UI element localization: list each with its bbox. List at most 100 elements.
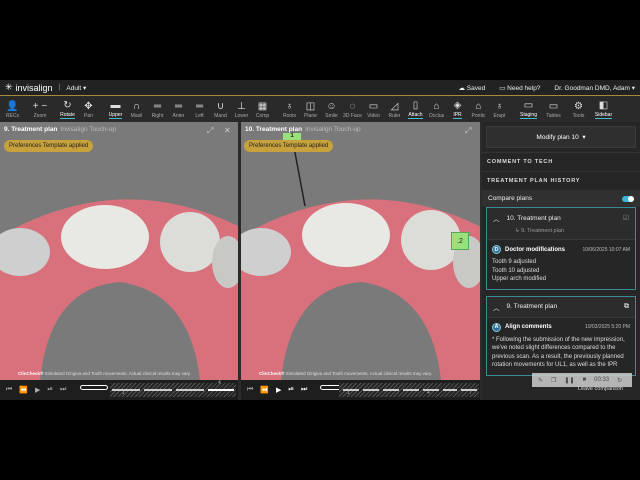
stage-slider[interactable]: 1 4 7 xyxy=(339,383,479,397)
playback-controls-left: ⏮ ⏪ ▶ ⏯ ⏭ 1 4 xyxy=(0,380,238,400)
lower-icon: ⊥ xyxy=(237,100,246,112)
tool-attach[interactable]: ▯ Attach xyxy=(405,100,426,119)
open-icon[interactable]: ⧉ xyxy=(624,303,629,311)
maxil-icon: ∩ xyxy=(132,100,141,112)
tool-ruler[interactable]: ◿ Ruler xyxy=(384,101,405,119)
tool-sidebar[interactable]: ◧ Sidebar xyxy=(591,100,616,119)
recording-time: 00:33 xyxy=(594,377,610,383)
tool-occlus[interactable]: ⌂ Occlus xyxy=(426,101,447,119)
tool-anter[interactable]: ═ Anter xyxy=(168,101,189,119)
tool-plane[interactable]: ◫ Plane xyxy=(300,101,321,119)
avatar: D xyxy=(492,245,501,254)
checkbox[interactable]: ☑ xyxy=(623,214,629,222)
mand-icon: ∪ xyxy=(216,100,225,112)
play-icon[interactable]: ▶ xyxy=(35,386,40,394)
mode-select[interactable]: Adult ▾ xyxy=(66,84,86,92)
plane-icon: ◫ xyxy=(305,100,316,112)
compare-toggle[interactable] xyxy=(622,195,634,202)
tool-comp[interactable]: ▦ Comp xyxy=(252,101,273,119)
close-icon[interactable]: ✕ xyxy=(224,126,231,135)
pontic-icon: ⌂ xyxy=(475,100,482,112)
app: ✳ invisalign | Adult ▾ ☁ Saved ▭ Need hel… xyxy=(0,80,640,400)
tool-zoom[interactable]: + − Zoom xyxy=(23,101,57,119)
viewport-title: 9. Treatment plan Invisalign Touch-up xyxy=(4,126,116,133)
pan-icon: ✥ xyxy=(84,100,93,112)
stage-label: 7 xyxy=(469,390,472,396)
step-forward-icon[interactable]: ⏯ xyxy=(288,386,294,394)
upper-icon: ▬ xyxy=(110,100,121,111)
right-icon: ═ xyxy=(153,100,162,112)
tool-tables[interactable]: ▭ Tables xyxy=(541,101,566,119)
tool-pontic[interactable]: ⌂ Pontic xyxy=(468,101,489,119)
attach-icon: ▯ xyxy=(412,100,419,111)
tool-label: 3D Face xyxy=(343,112,362,119)
help-link[interactable]: ▭ Need help? xyxy=(499,84,540,92)
chevron-up-icon[interactable]: ︿ xyxy=(493,302,500,312)
modify-plan-button[interactable]: Modify plan 10 ▾ xyxy=(486,126,636,148)
step-back-icon[interactable]: ⏪ xyxy=(260,386,269,394)
stage-zero-pill[interactable] xyxy=(80,385,108,390)
chevron-up-icon[interactable]: ︿ xyxy=(493,213,500,223)
gear-icon: ⚙ xyxy=(574,100,583,112)
expand-icon[interactable]: ⤢ xyxy=(207,126,213,136)
tool-pan[interactable]: ✥ Pan xyxy=(78,101,99,119)
tool-mand[interactable]: ∪ Mand xyxy=(210,101,231,119)
tool-label: Erupt xyxy=(493,112,506,119)
teeth-model-right xyxy=(241,141,480,380)
tool-label: Comp xyxy=(255,112,270,119)
treatment-plan-history-heading: TREATMENT PLAN HISTORY xyxy=(482,171,640,190)
restart-icon[interactable]: ↻ xyxy=(617,377,622,384)
tool-label: RECs xyxy=(5,112,20,119)
recording-bar: ✎ ❐ ❚❚ ■ 00:33 ↻ xyxy=(532,373,632,387)
tool-erupt[interactable]: ♁ Erupt xyxy=(489,101,510,119)
stage-slider[interactable]: 1 4 xyxy=(110,380,236,397)
step-forward-icon[interactable]: ⏯ xyxy=(47,386,53,394)
last-stage-icon[interactable]: ⏭ xyxy=(301,386,307,394)
tool-video[interactable]: ▭ Video xyxy=(363,101,384,119)
tool-label: Attach xyxy=(408,112,423,119)
comment-to-tech-section[interactable]: COMMENT TO TECH xyxy=(482,152,640,171)
user-menu[interactable]: Dr. Goodman DMD, Adam ▾ xyxy=(554,84,635,92)
first-stage-icon[interactable]: ⏮ xyxy=(247,386,253,394)
tool-maxil[interactable]: ∩ Maxil xyxy=(126,101,147,119)
teeth-model-left xyxy=(0,199,238,380)
tool-left[interactable]: ═ Left xyxy=(189,101,210,119)
tool-lower[interactable]: ⊥ Lower xyxy=(231,101,252,119)
leave-comparison-button[interactable]: Leave comparison xyxy=(578,386,623,392)
pause-icon[interactable]: ❚❚ xyxy=(564,377,574,384)
ruler-icon: ◿ xyxy=(390,100,399,112)
tool-label: Plane xyxy=(304,112,317,119)
occlus-icon: ⌂ xyxy=(433,100,440,112)
tool-ipr[interactable]: ◈ IPR xyxy=(447,100,468,119)
expand-icon[interactable]: ⤢ xyxy=(465,126,471,136)
left-icon: ═ xyxy=(195,100,204,112)
tool-upper[interactable]: ▬ Upper xyxy=(105,100,126,119)
step-back-icon[interactable]: ⏪ xyxy=(19,386,28,394)
tool-label: Pontic xyxy=(471,112,486,119)
stop-icon[interactable]: ■ xyxy=(582,377,586,383)
tool-right[interactable]: ═ Right xyxy=(147,101,168,119)
tool-smile[interactable]: ☺ Smile xyxy=(321,101,342,119)
tool-staging[interactable]: ▭ Staging xyxy=(516,100,541,119)
tool-rotate[interactable]: ↻ Rotate xyxy=(57,100,78,119)
first-stage-icon[interactable]: ⏮ xyxy=(6,386,12,394)
right-viewport[interactable]: 10. Treatment plan Invisalign Touch-up 1 … xyxy=(241,122,480,380)
tool-label: Staging xyxy=(520,112,537,119)
tool-recs[interactable]: 👤 RECs xyxy=(2,101,23,119)
left-viewport[interactable]: 9. Treatment plan Invisalign Touch-up Pre… xyxy=(0,122,238,380)
saved-status: ☁ Saved xyxy=(458,84,486,92)
tool-label: Sidebar xyxy=(594,112,613,119)
comment: A Align comments 10/03/2025 5:20 PM * Foll… xyxy=(487,316,635,375)
ipr-marker[interactable]: .2 xyxy=(451,232,469,250)
last-stage-icon[interactable]: ⏭ xyxy=(60,386,66,394)
tool-tools[interactable]: ⚙ Tools xyxy=(566,101,591,119)
tool-3d-face[interactable]: ◌ 3D Face xyxy=(342,101,363,119)
brand-logo: ✳ invisalign xyxy=(5,82,53,93)
sidebar-icon: ◧ xyxy=(598,100,609,111)
play-icon[interactable]: ▶ xyxy=(276,386,281,394)
plan-9-card: ︿ 9. Treatment plan ⧉ A Align comments 10/03… xyxy=(486,295,636,376)
copy-icon[interactable]: ❐ xyxy=(551,377,556,384)
ipr-icon: ◈ xyxy=(453,100,462,111)
tool-roots[interactable]: ♁ Roots xyxy=(279,101,300,119)
pen-icon[interactable]: ✎ xyxy=(538,377,543,384)
